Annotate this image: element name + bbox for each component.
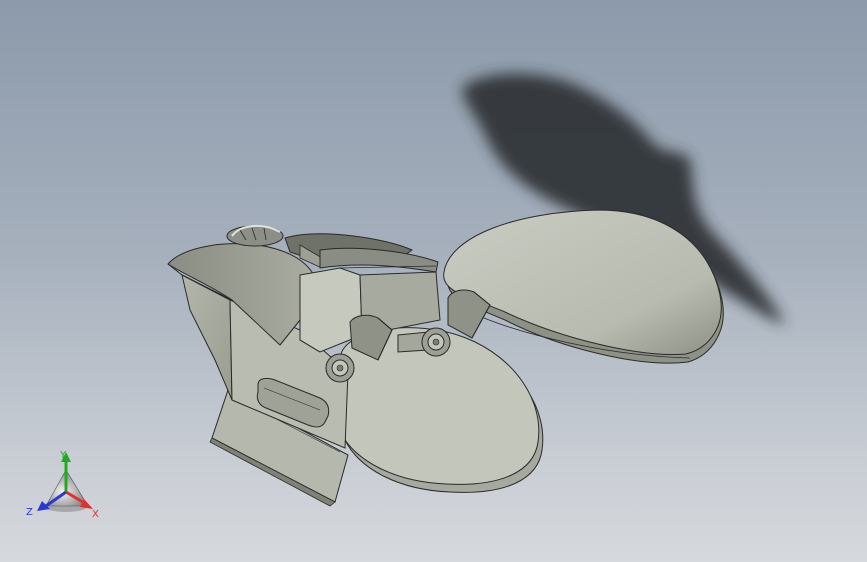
y-axis-label: Y (59, 450, 67, 461)
model-view[interactable] (0, 0, 867, 562)
x-axis-label: X (92, 509, 99, 520)
z-axis-label: Z (26, 507, 33, 518)
reference-triad[interactable]: Y X Z (22, 446, 112, 526)
graphics-viewport[interactable]: Y X Z (0, 0, 867, 562)
